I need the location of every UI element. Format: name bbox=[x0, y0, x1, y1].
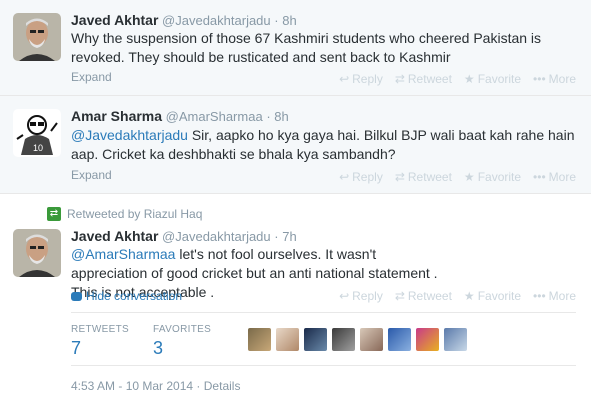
avatar[interactable] bbox=[360, 328, 383, 351]
retweet-button[interactable]: ⇄ Retweet bbox=[395, 170, 452, 184]
avatar[interactable] bbox=[304, 328, 327, 351]
more-button[interactable]: ••• More bbox=[533, 72, 576, 86]
hide-conversation-link[interactable]: Hide conversation bbox=[71, 289, 182, 303]
separator: · bbox=[274, 229, 279, 244]
tweet-header: Amar Sharma @AmarSharmaa · 8h bbox=[71, 108, 289, 124]
tweet-time[interactable]: 7h bbox=[282, 229, 296, 244]
mention-link[interactable]: @Javedakhtarjadu bbox=[71, 127, 188, 143]
favorite-button[interactable]: ★ Favorite bbox=[464, 289, 521, 303]
retweet-label: Retweet bbox=[407, 170, 452, 184]
retweets-count[interactable]: 7 bbox=[71, 338, 81, 359]
more-label: More bbox=[548, 72, 576, 86]
retweet-label: Retweet bbox=[407, 289, 452, 303]
star-icon: ★ bbox=[463, 170, 475, 184]
avatar[interactable] bbox=[13, 229, 61, 277]
avatar[interactable] bbox=[444, 328, 467, 351]
favoriters-avatars bbox=[248, 328, 467, 351]
retweeted-by-bar: ⇄ Retweeted by Riazul Haq bbox=[47, 207, 202, 221]
separator: · bbox=[266, 109, 271, 124]
tweet-text: @Javedakhtarjadu Sir, aapko ho kya gaya … bbox=[71, 126, 576, 164]
reply-button[interactable]: ↩ Reply bbox=[339, 289, 383, 303]
more-icon: ••• bbox=[533, 289, 546, 303]
separator: · bbox=[274, 13, 279, 28]
avatar[interactable] bbox=[248, 328, 271, 351]
more-button[interactable]: ••• More bbox=[533, 289, 576, 303]
tweet-header: Javed Akhtar @Javedakhtarjadu · 8h bbox=[71, 12, 297, 28]
retweeted-by-label[interactable]: Retweeted by Riazul Haq bbox=[67, 207, 202, 221]
avatar[interactable] bbox=[388, 328, 411, 351]
favorite-label: Favorite bbox=[477, 170, 522, 184]
tweet-text: Why the suspension of those 67 Kashmiri … bbox=[71, 30, 542, 65]
reply-label: Reply bbox=[352, 72, 383, 86]
user-handle[interactable]: @Javedakhtarjadu bbox=[162, 229, 271, 244]
favorites-count[interactable]: 3 bbox=[153, 338, 163, 359]
avatar[interactable] bbox=[332, 328, 355, 351]
tweet-actions: ↩ Reply ⇄ Retweet ★ Favorite ••• More bbox=[339, 289, 576, 303]
favorites-label: FAVORITES bbox=[153, 324, 212, 335]
avatar[interactable] bbox=[416, 328, 439, 351]
retweet-button[interactable]: ⇄ Retweet bbox=[395, 72, 452, 86]
retweet-icon: ⇄ bbox=[394, 289, 405, 303]
reply-icon: ↩ bbox=[339, 72, 350, 86]
retweets-label: RETWEETS bbox=[71, 324, 129, 335]
retweet-icon: ⇄ bbox=[394, 170, 405, 184]
hide-conversation-label: Hide conversation bbox=[86, 289, 183, 303]
more-icon: ••• bbox=[533, 72, 546, 86]
expand-link[interactable]: Expand bbox=[71, 70, 112, 84]
more-icon: ••• bbox=[533, 170, 546, 184]
user-name[interactable]: Amar Sharma bbox=[71, 108, 162, 124]
reply-icon: ↩ bbox=[339, 170, 350, 184]
user-handle[interactable]: @AmarSharmaa bbox=[166, 109, 263, 124]
tweet-header: Javed Akhtar @Javedakhtarjadu · 7h bbox=[71, 228, 297, 244]
avatar[interactable]: 10 bbox=[13, 109, 61, 157]
tweet-1[interactable]: Javed Akhtar @Javedakhtarjadu · 8h Why t… bbox=[0, 0, 591, 96]
avatar[interactable] bbox=[13, 13, 61, 61]
more-label: More bbox=[548, 289, 576, 303]
avatar[interactable] bbox=[276, 328, 299, 351]
mention-link[interactable]: @AmarSharmaa bbox=[71, 246, 175, 262]
more-button[interactable]: ••• More bbox=[533, 170, 576, 184]
tweet-footer: 4:53 AM - 10 Mar 2014 · Details bbox=[71, 379, 240, 393]
tweet-time[interactable]: 8h bbox=[282, 13, 296, 28]
tweet-actions: ↩ Reply ⇄ Retweet ★ Favorite ••• More bbox=[339, 72, 576, 86]
favorite-button[interactable]: ★ Favorite bbox=[464, 170, 521, 184]
divider bbox=[71, 312, 576, 313]
retweet-badge-icon: ⇄ bbox=[47, 207, 61, 221]
conversation-icon bbox=[71, 291, 82, 301]
star-icon: ★ bbox=[463, 289, 475, 303]
tweet-2[interactable]: 10 Amar Sharma @AmarSharmaa · 8h @Javeda… bbox=[0, 96, 591, 194]
reply-label: Reply bbox=[352, 289, 383, 303]
user-name[interactable]: Javed Akhtar bbox=[71, 228, 158, 244]
more-label: More bbox=[548, 170, 576, 184]
retweet-button[interactable]: ⇄ Retweet bbox=[395, 289, 452, 303]
svg-text:10: 10 bbox=[33, 143, 43, 153]
tweet-actions: ↩ Reply ⇄ Retweet ★ Favorite ••• More bbox=[339, 170, 576, 184]
tweet-timestamp[interactable]: 4:53 AM - 10 Mar 2014 bbox=[71, 379, 193, 393]
user-name[interactable]: Javed Akhtar bbox=[71, 12, 158, 28]
reply-label: Reply bbox=[352, 170, 383, 184]
favorite-button[interactable]: ★ Favorite bbox=[464, 72, 521, 86]
divider bbox=[71, 365, 576, 366]
expand-link[interactable]: Expand bbox=[71, 168, 112, 182]
separator: · bbox=[196, 379, 201, 393]
details-link[interactable]: Details bbox=[204, 379, 241, 393]
star-icon: ★ bbox=[463, 72, 475, 86]
reply-button[interactable]: ↩ Reply bbox=[339, 170, 383, 184]
reply-button[interactable]: ↩ Reply bbox=[339, 72, 383, 86]
retweet-icon: ⇄ bbox=[394, 72, 405, 86]
favorite-label: Favorite bbox=[477, 72, 522, 86]
favorite-label: Favorite bbox=[477, 289, 522, 303]
retweet-label: Retweet bbox=[407, 72, 452, 86]
user-handle[interactable]: @Javedakhtarjadu bbox=[162, 13, 271, 28]
tweet-time[interactable]: 8h bbox=[274, 109, 288, 124]
reply-icon: ↩ bbox=[339, 289, 350, 303]
